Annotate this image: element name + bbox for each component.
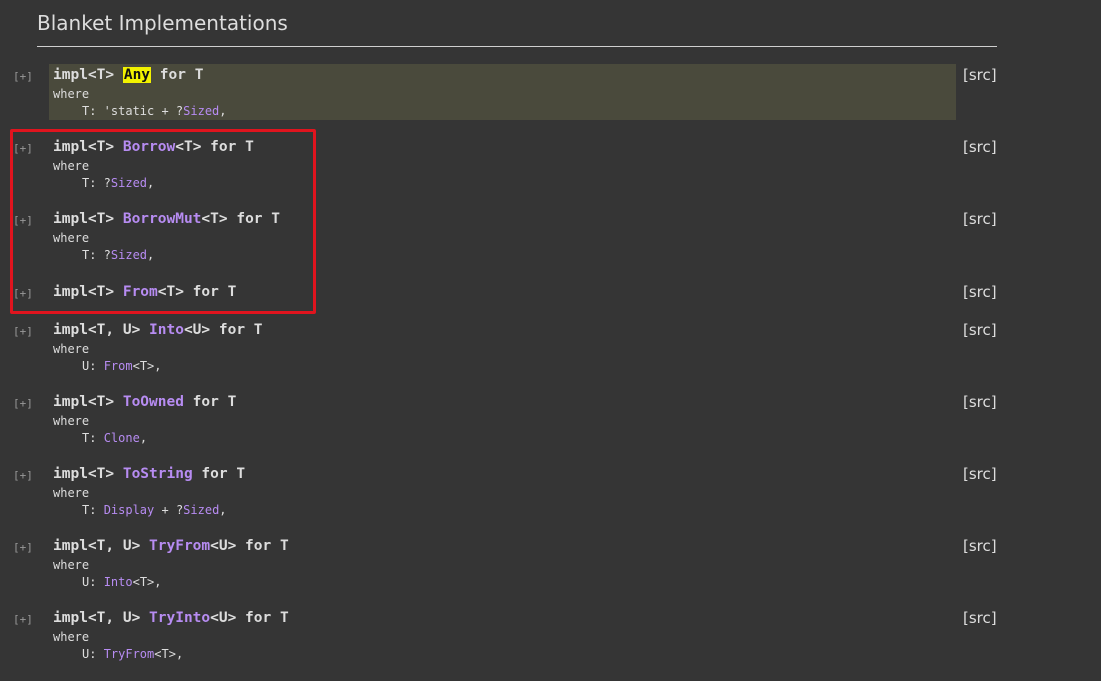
src-link[interactable]: [src] <box>963 607 997 629</box>
where-keyword: where <box>53 558 90 572</box>
bound-link-into[interactable]: Into <box>104 575 133 589</box>
trait-link-tostring[interactable]: ToString <box>123 466 193 482</box>
where-keyword: where <box>53 87 90 101</box>
where-bound: T: Display + ?Sized, <box>82 503 227 517</box>
bound-link-clone[interactable]: Clone <box>104 431 140 445</box>
where-keyword: where <box>53 414 90 428</box>
expand-toggle[interactable]: [+] <box>13 70 33 83</box>
bound-link-display[interactable]: Display <box>104 503 155 517</box>
impl-signature: impl<T, U> Into<U> for T where U: From<T… <box>53 322 263 373</box>
impl-signature: impl<T> ToString for T where T: Display … <box>53 466 246 517</box>
src-link[interactable]: [src] <box>963 281 997 303</box>
src-link[interactable]: [src] <box>963 136 997 158</box>
impl-signature: impl<T> ToOwned for T where T: Clone, <box>53 394 237 445</box>
impl-signature: impl<T, U> TryFrom<U> for T where U: Int… <box>53 538 289 589</box>
trait-link-tryfrom[interactable]: TryFrom <box>149 538 210 554</box>
bound-link-sized[interactable]: Sized <box>183 503 219 517</box>
where-bound: T: Clone, <box>82 431 148 445</box>
trait-link-any[interactable]: Any <box>122 67 152 83</box>
src-link[interactable]: [src] <box>963 64 997 86</box>
where-bound: U: TryFrom<T>, <box>82 647 184 661</box>
trait-link-toowned[interactable]: ToOwned <box>123 394 184 410</box>
impl-signature: impl<T, U> TryInto<U> for T where U: Try… <box>53 610 289 661</box>
expand-toggle[interactable]: [+] <box>13 613 33 626</box>
section-title: Blanket Implementations <box>37 11 288 35</box>
expand-toggle[interactable]: [+] <box>13 325 33 338</box>
src-link[interactable]: [src] <box>963 391 997 413</box>
where-keyword: where <box>53 342 90 356</box>
src-link[interactable]: [src] <box>963 463 997 485</box>
trait-link-tryinto[interactable]: TryInto <box>149 610 210 626</box>
where-bound: U: From<T>, <box>82 359 162 373</box>
where-keyword: where <box>53 486 90 500</box>
bound-link-sized[interactable]: Sized <box>183 104 219 118</box>
impl-signature: impl<T> Any for T where T: 'static + ?Si… <box>53 67 227 118</box>
bound-link-tryfrom[interactable]: TryFrom <box>104 647 155 661</box>
annotation-highlight-box <box>10 129 316 314</box>
src-link[interactable]: [src] <box>963 319 997 341</box>
expand-toggle[interactable]: [+] <box>13 397 33 410</box>
src-link[interactable]: [src] <box>963 208 997 230</box>
where-bound: T: 'static + ?Sized, <box>82 104 227 118</box>
section-divider <box>37 46 997 47</box>
where-keyword: where <box>53 630 90 644</box>
expand-toggle[interactable]: [+] <box>13 469 33 482</box>
src-link[interactable]: [src] <box>963 535 997 557</box>
where-bound: U: Into<T>, <box>82 575 162 589</box>
trait-link-into[interactable]: Into <box>149 322 184 338</box>
bound-link-from[interactable]: From <box>104 359 133 373</box>
expand-toggle[interactable]: [+] <box>13 541 33 554</box>
